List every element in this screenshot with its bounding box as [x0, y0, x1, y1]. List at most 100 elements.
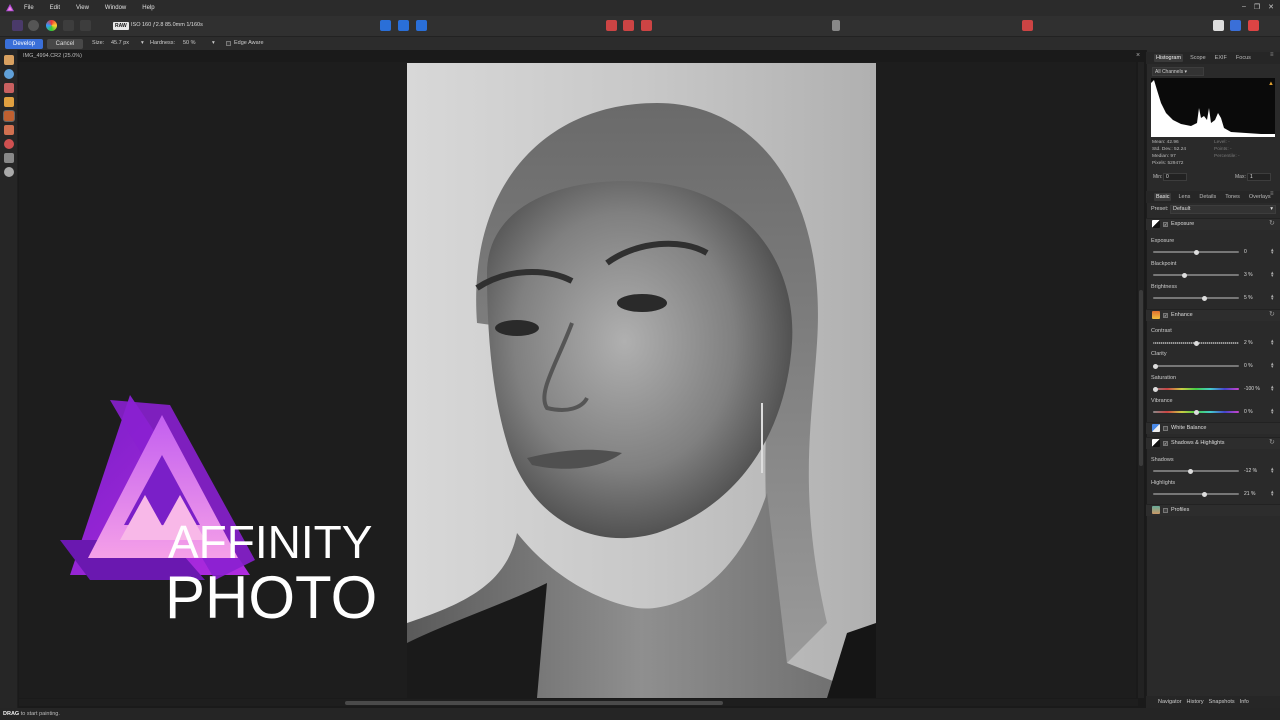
menu-help[interactable]: Help [142, 5, 154, 11]
hardness-input[interactable]: 50 % [183, 40, 196, 46]
clipped-highlights-icon[interactable] [380, 20, 391, 31]
vibrance-stepper[interactable]: ▴ ▾ [1271, 408, 1274, 416]
shadows-highlights-reset-icon[interactable]: ↻ [1269, 438, 1275, 446]
tab-histogram[interactable]: Histogram [1154, 54, 1184, 62]
tab-overlays[interactable]: Overlays [1247, 193, 1273, 201]
max-input[interactable]: 1 [1247, 173, 1271, 181]
view-toggle-icon[interactable] [1230, 20, 1241, 31]
edge-aware-checkbox[interactable] [226, 41, 231, 46]
contrast-value[interactable]: 2 % [1244, 340, 1266, 347]
blemish-tool-icon[interactable] [4, 97, 14, 107]
tab-history[interactable]: History [1187, 699, 1204, 705]
size-input[interactable]: 45.7 px [111, 40, 129, 46]
enhance-reset-icon[interactable]: ↻ [1269, 310, 1275, 318]
zoom-tool-icon[interactable] [4, 69, 14, 79]
white-balance-picker-icon[interactable] [832, 20, 840, 31]
vertical-scroll-thumb[interactable] [1139, 290, 1143, 466]
saturation-stepper[interactable]: ▴ ▾ [1271, 385, 1274, 393]
blackpoint-value[interactable]: 3 % [1244, 272, 1266, 279]
brightness-slider-knob[interactable] [1202, 295, 1208, 301]
document-close-icon[interactable]: × [1136, 52, 1140, 59]
overlay-gradient-tool-icon[interactable] [4, 139, 14, 149]
red-eye-tool-icon[interactable] [4, 83, 14, 93]
tab-exif[interactable]: EXIF [1213, 54, 1229, 62]
clarity-stepper[interactable]: ▴ ▾ [1271, 362, 1274, 370]
clarity-slider-knob[interactable] [1153, 363, 1159, 369]
exposure-checkbox[interactable]: ✓ [1163, 222, 1168, 227]
contrast-slider-knob[interactable] [1194, 340, 1200, 346]
brightness-value[interactable]: 5 % [1244, 295, 1266, 302]
shadows-stepper[interactable]: ▴ ▾ [1271, 467, 1274, 475]
shadows-slider-knob[interactable] [1188, 468, 1194, 474]
assistant-icon[interactable] [1022, 20, 1033, 31]
menu-file[interactable]: File [24, 5, 34, 11]
saturation-slider-knob[interactable] [1153, 386, 1159, 392]
exposure-reset-icon[interactable]: ↻ [1269, 219, 1275, 227]
highlights-stepper[interactable]: ▴ ▾ [1271, 490, 1274, 498]
size-dropdown-icon[interactable]: ▾ [141, 40, 144, 46]
channel-select[interactable]: All Channels ▾ [1152, 67, 1204, 76]
photo-persona-icon[interactable] [12, 20, 23, 31]
exposure-slider-knob[interactable] [1193, 249, 1199, 255]
crop-tool-icon[interactable] [4, 153, 14, 163]
exposure-stepper[interactable]: ▴ ▾ [1271, 248, 1274, 256]
develop-persona-icon[interactable] [46, 20, 57, 31]
tab-basic[interactable]: Basic [1154, 193, 1172, 201]
horizontal-scroll-thumb[interactable] [345, 701, 723, 705]
before-after-icon[interactable] [641, 20, 652, 31]
close-icon[interactable]: ✕ [1268, 3, 1274, 11]
shadows-value[interactable]: -12 % [1244, 468, 1266, 475]
document-tab[interactable]: IMG_4994.CR2 (25.0%) [20, 50, 82, 62]
brightness-stepper[interactable]: ▴ ▾ [1271, 294, 1274, 302]
tab-snapshots[interactable]: Snapshots [1209, 699, 1235, 705]
menu-window[interactable]: Window [105, 5, 126, 11]
panel-menu-icon[interactable]: ≡ [1270, 52, 1274, 58]
contrast-stepper[interactable]: ▴ ▾ [1271, 339, 1274, 347]
menu-view[interactable]: View [76, 5, 89, 11]
tab-tones[interactable]: Tones [1223, 193, 1242, 201]
develop-panel-menu-icon[interactable]: ≡ [1270, 191, 1274, 197]
clipped-shadows-icon[interactable] [398, 20, 409, 31]
overlay-paint-tool-icon[interactable] [4, 111, 14, 121]
tab-lens[interactable]: Lens [1176, 193, 1192, 201]
mirror-view-icon[interactable] [623, 20, 634, 31]
contrast-slider[interactable] [1153, 340, 1239, 346]
split-view-icon[interactable] [606, 20, 617, 31]
saturation-value[interactable]: -100 % [1244, 386, 1266, 393]
brightness-slider[interactable] [1153, 295, 1239, 301]
enhance-checkbox[interactable]: ✓ [1163, 313, 1168, 318]
white-balance-checkbox[interactable] [1163, 426, 1168, 431]
blackpoint-slider[interactable] [1153, 272, 1239, 278]
cancel-button[interactable]: Cancel [47, 39, 83, 49]
develop-button[interactable]: Develop [5, 39, 43, 49]
clarity-slider[interactable] [1153, 363, 1239, 369]
shadows-highlights-checkbox[interactable]: ✓ [1163, 441, 1168, 446]
minimize-icon[interactable]: – [1242, 3, 1246, 11]
vibrance-slider-knob[interactable] [1193, 409, 1199, 415]
highlights-slider[interactable] [1153, 491, 1239, 497]
profiles-checkbox[interactable] [1163, 508, 1168, 513]
menu-edit[interactable]: Edit [50, 5, 60, 11]
clarity-value[interactable]: 0 % [1244, 363, 1266, 370]
tab-details[interactable]: Details [1197, 193, 1218, 201]
tab-focus[interactable]: Focus [1234, 54, 1253, 62]
tab-info[interactable]: Info [1240, 699, 1249, 705]
color-preview-icon[interactable] [1248, 20, 1259, 31]
exposure-slider[interactable] [1153, 249, 1239, 255]
min-input[interactable]: 0 [1163, 173, 1187, 181]
clipped-tones-icon[interactable] [416, 20, 427, 31]
liquify-persona-icon[interactable] [28, 20, 39, 31]
saturation-slider[interactable] [1153, 386, 1239, 392]
blackpoint-slider-knob[interactable] [1182, 272, 1188, 278]
preset-select[interactable]: Default ▾ [1170, 205, 1276, 214]
hand-tool-icon[interactable] [4, 55, 14, 65]
tab-scope[interactable]: Scope [1188, 54, 1208, 62]
panel-toggle-icon[interactable] [1213, 20, 1224, 31]
highlights-value[interactable]: 21 % [1244, 491, 1266, 498]
tone-mapping-persona-icon[interactable] [63, 20, 74, 31]
white-balance-tool-icon[interactable] [4, 167, 14, 177]
overlay-erase-tool-icon[interactable] [4, 125, 14, 135]
hardness-dropdown-icon[interactable]: ▾ [212, 40, 215, 46]
export-persona-icon[interactable] [80, 20, 91, 31]
tab-navigator[interactable]: Navigator [1158, 699, 1182, 705]
